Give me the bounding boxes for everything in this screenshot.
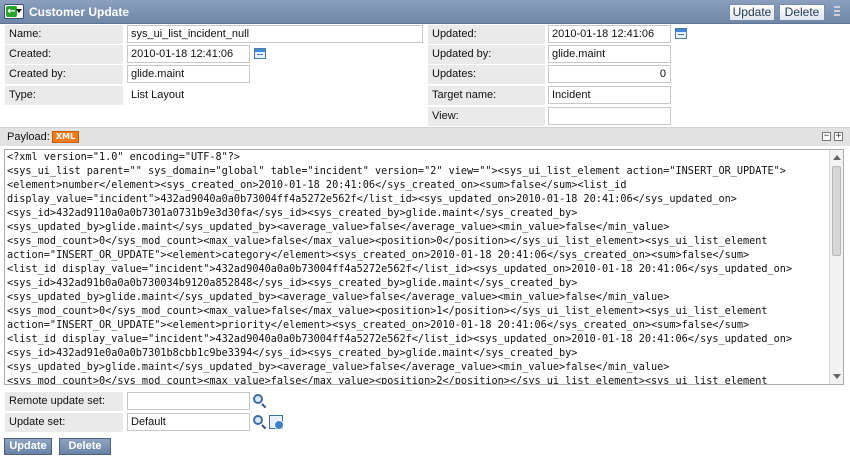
payload-line: <sys_mod_count>0</sys_mod_count><max_val…: [7, 376, 768, 385]
payload-line: <sys_id>432ad91e0a0a0b7301b8cbb1c9be3394…: [7, 348, 578, 359]
payload-line: <sys_updated_by>glide.maint</sys_updated…: [7, 222, 670, 233]
updates-label: Updates:: [428, 65, 545, 84]
scroll-down-icon[interactable]: [833, 374, 841, 379]
calendar-icon[interactable]: [254, 48, 266, 59]
updated-by-label: Updated by:: [428, 45, 545, 64]
payload-line: <list_id display_value="incident">432ad9…: [7, 334, 793, 345]
payload-line: <list_id display_value="incident">432ad9…: [7, 264, 793, 275]
header-delete-button[interactable]: Delete: [779, 4, 825, 21]
type-label: Type:: [5, 86, 123, 105]
updated-label: Updated:: [428, 25, 545, 44]
update-set-label: Update set:: [5, 413, 123, 432]
payload-line: <?xml version="1.0" encoding="UTF-8"?>: [7, 152, 241, 163]
payload-line: action="INSERT_OR_UPDATE"><element>categ…: [7, 250, 750, 261]
remote-update-set-field[interactable]: [127, 392, 250, 410]
calendar-icon[interactable]: [675, 28, 687, 39]
updates-field[interactable]: 0: [548, 65, 671, 83]
xml-icon: XML: [52, 131, 79, 143]
created-field[interactable]: 2010-01-18 12:41:06: [127, 45, 250, 63]
payload-content: <?xml version="1.0" encoding="UTF-8"?> <s…: [7, 151, 829, 385]
view-label: View:: [428, 107, 545, 126]
scroll-up-icon[interactable]: [833, 155, 841, 160]
target-name-label: Target name:: [428, 86, 545, 105]
updated-field[interactable]: 2010-01-18 12:41:06: [548, 25, 671, 43]
created-by-field[interactable]: glide.maint: [127, 65, 250, 83]
name-field[interactable]: sys_ui_list_incident_null: [127, 25, 423, 43]
updated-by-field[interactable]: glide.maint: [548, 45, 671, 63]
payload-line: display_value="incident">432ad9040a0a0b7…: [7, 194, 737, 205]
target-name-field[interactable]: Incident: [548, 86, 671, 104]
payload-line: <sys_updated_by>glide.maint</sys_updated…: [7, 362, 670, 373]
payload-line: <element>number</element><sys_created_on…: [7, 180, 627, 191]
payload-line: <sys_ui_list parent="" sys_domain="globa…: [7, 166, 786, 177]
search-icon[interactable]: [253, 415, 267, 430]
update-button[interactable]: Update: [4, 438, 52, 455]
reference-info-icon[interactable]: [269, 415, 284, 430]
expand-icon[interactable]: +: [834, 132, 843, 141]
payload-header: Payload: XML − +: [0, 127, 850, 146]
name-label: Name:: [5, 25, 123, 44]
chevron-down-icon: [16, 9, 22, 13]
form-header: ← Customer Update Update Delete: [0, 0, 850, 24]
payload-label: Payload:: [7, 131, 50, 143]
context-menu-icon[interactable]: [832, 6, 842, 18]
payload-textarea[interactable]: <?xml version="1.0" encoding="UTF-8"?> <s…: [4, 149, 844, 385]
delete-button[interactable]: Delete: [59, 438, 111, 455]
view-field[interactable]: [548, 107, 671, 125]
created-label: Created:: [5, 45, 123, 64]
payload-line: <sys_mod_count>0</sys_mod_count><max_val…: [7, 306, 768, 317]
payload-line: <sys_id>432ad91b0a0a0b730034b9120a852848…: [7, 278, 578, 289]
scrollbar-thumb[interactable]: [832, 166, 841, 256]
payload-line: <sys_updated_by>glide.maint</sys_updated…: [7, 292, 670, 303]
update-set-field[interactable]: Default: [127, 413, 250, 431]
created-by-label: Created by:: [5, 65, 123, 84]
payload-line: <sys_id>432ad9110a0a0b7301a0731b9e3d30fa…: [7, 208, 578, 219]
back-button[interactable]: ←: [4, 4, 24, 19]
type-field[interactable]: List Layout: [127, 86, 250, 104]
search-icon[interactable]: [253, 394, 267, 409]
payload-line: action="INSERT_OR_UPDATE"><element>prior…: [7, 320, 750, 331]
payload-line: <sys_mod_count>0</sys_mod_count><max_val…: [7, 236, 768, 247]
form-title: Customer Update: [29, 5, 130, 19]
payload-scrollbar[interactable]: [829, 150, 843, 384]
remote-update-set-label: Remote update set:: [5, 392, 123, 411]
header-update-button[interactable]: Update: [729, 4, 775, 21]
collapse-icon[interactable]: −: [822, 132, 831, 141]
